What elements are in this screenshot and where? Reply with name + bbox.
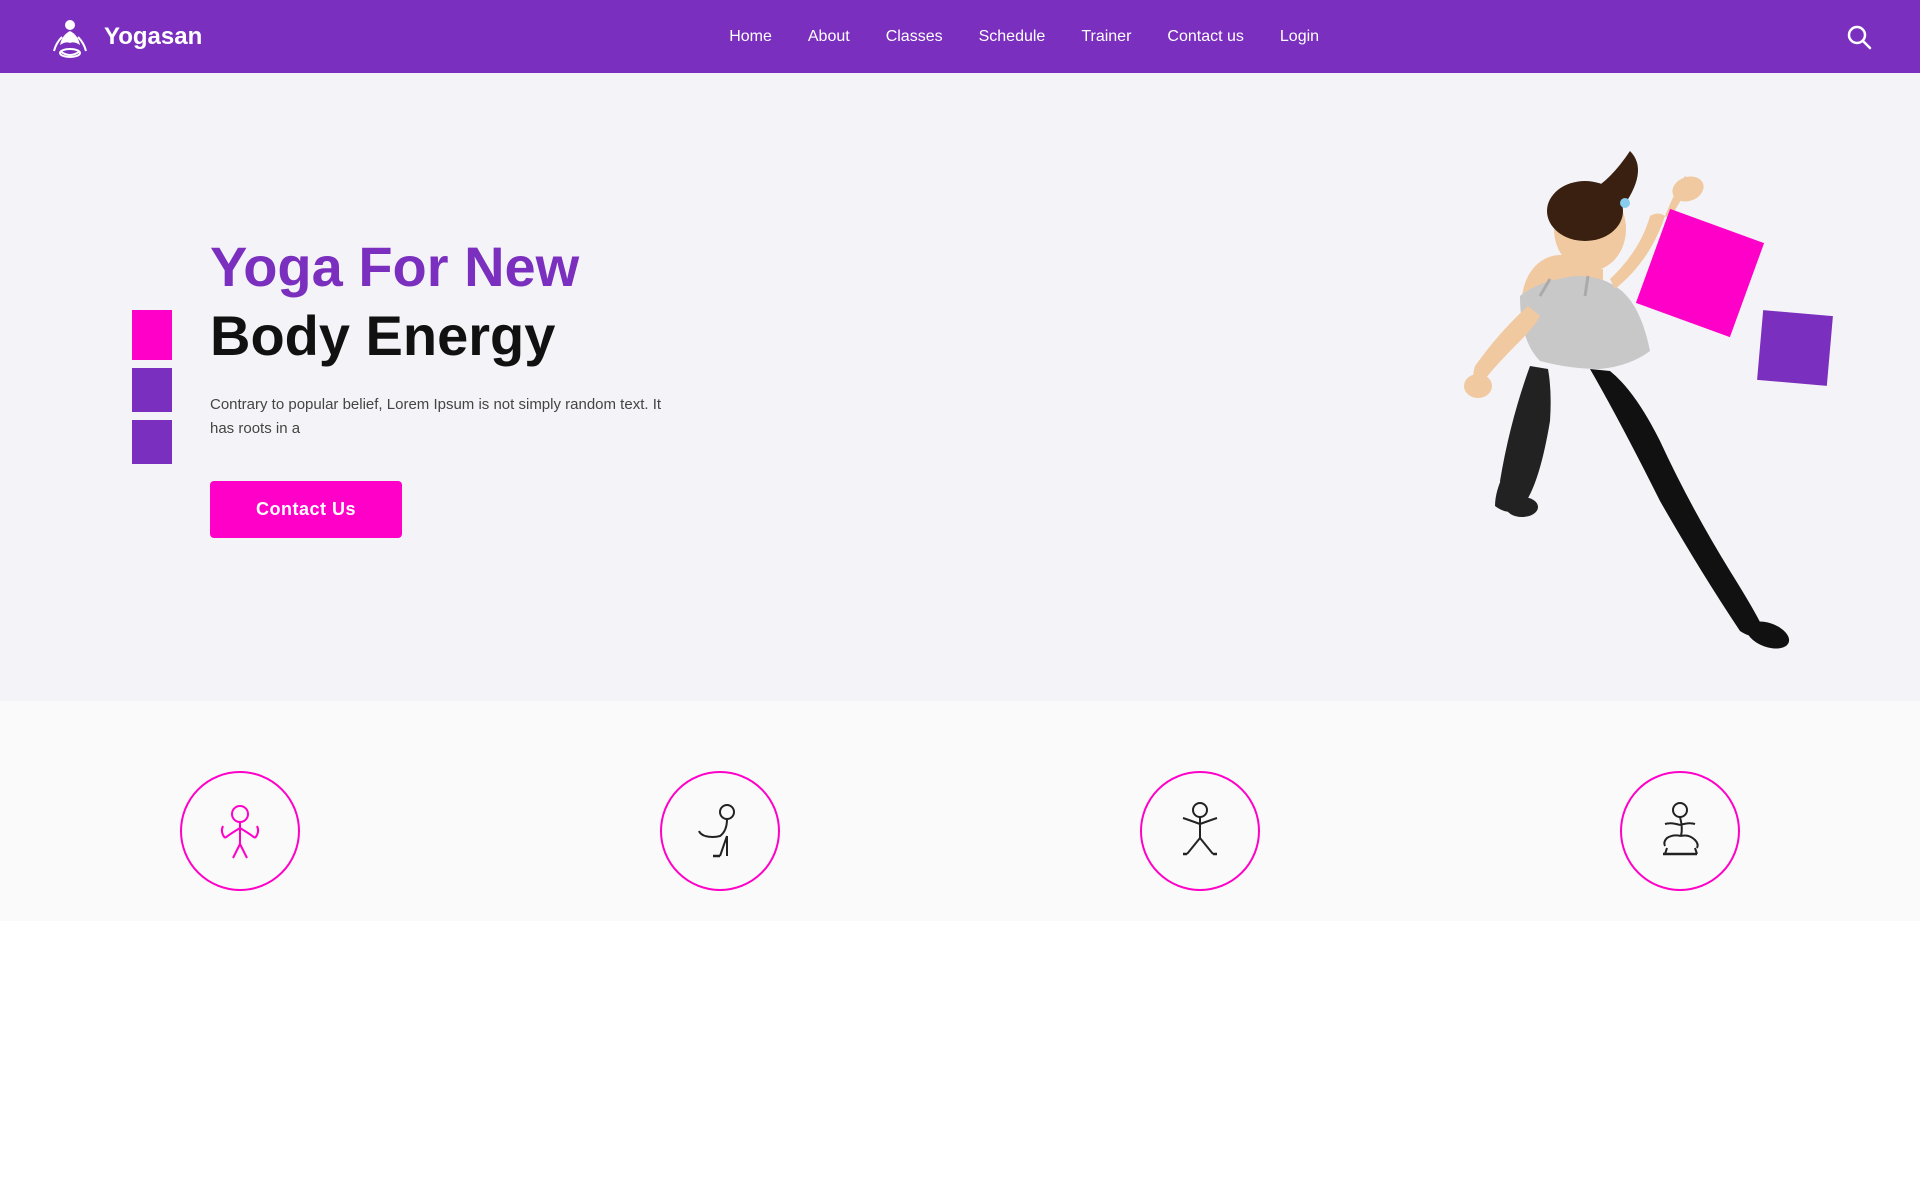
icon-circle-1 [180,771,300,891]
brand: Yogasan [48,15,202,59]
icon-card-3 [960,741,1440,921]
hero-title-black: Body Energy [210,302,670,369]
deco-purple-square [1757,310,1833,386]
nav-item-login[interactable]: Login [1280,28,1319,46]
nav-item-about[interactable]: About [808,28,850,46]
icon-circle-2 [660,771,780,891]
icon-card-2 [480,741,960,921]
hero-section: Yoga For New Body Energy Contrary to pop… [0,73,1920,701]
nav-link-about[interactable]: About [808,28,850,45]
yoga-icon-1 [205,796,275,866]
yoga-icon-4 [1645,796,1715,866]
nav-item-classes[interactable]: Classes [886,28,943,46]
hero-description: Contrary to popular belief, Lorem Ipsum … [210,393,670,441]
search-button[interactable] [1846,24,1872,50]
icon-circle-3 [1140,771,1260,891]
brand-logo [48,15,92,59]
icon-circle-4 [1620,771,1740,891]
icon-card-4 [1440,741,1920,921]
nav-links: Home About Classes Schedule Trainer Cont… [729,28,1319,46]
yoga-icon-2 [685,796,755,866]
nav-link-home[interactable]: Home [729,28,772,45]
yoga-person-illustration [1280,121,1840,701]
hero-content: Yoga For New Body Energy Contrary to pop… [0,176,670,598]
nav-link-classes[interactable]: Classes [886,28,943,45]
nav-item-contact[interactable]: Contact us [1167,28,1243,46]
hero-image-area [1220,73,1920,701]
contact-us-button[interactable]: Contact Us [210,481,402,538]
navbar: Yogasan Home About Classes Schedule Trai… [0,0,1920,73]
brand-name: Yogasan [104,23,202,51]
yoga-icon-3 [1165,796,1235,866]
icon-card-1 [0,741,480,921]
nav-link-contact[interactable]: Contact us [1167,28,1243,45]
nav-item-home[interactable]: Home [729,28,772,46]
nav-link-schedule[interactable]: Schedule [979,28,1046,45]
bottom-section [0,701,1920,921]
nav-item-schedule[interactable]: Schedule [979,28,1046,46]
nav-link-trainer[interactable]: Trainer [1081,28,1131,45]
nav-link-login[interactable]: Login [1280,28,1319,45]
nav-item-trainer[interactable]: Trainer [1081,28,1131,46]
hero-title-colored: Yoga For New [210,236,670,298]
search-icon [1846,24,1872,50]
